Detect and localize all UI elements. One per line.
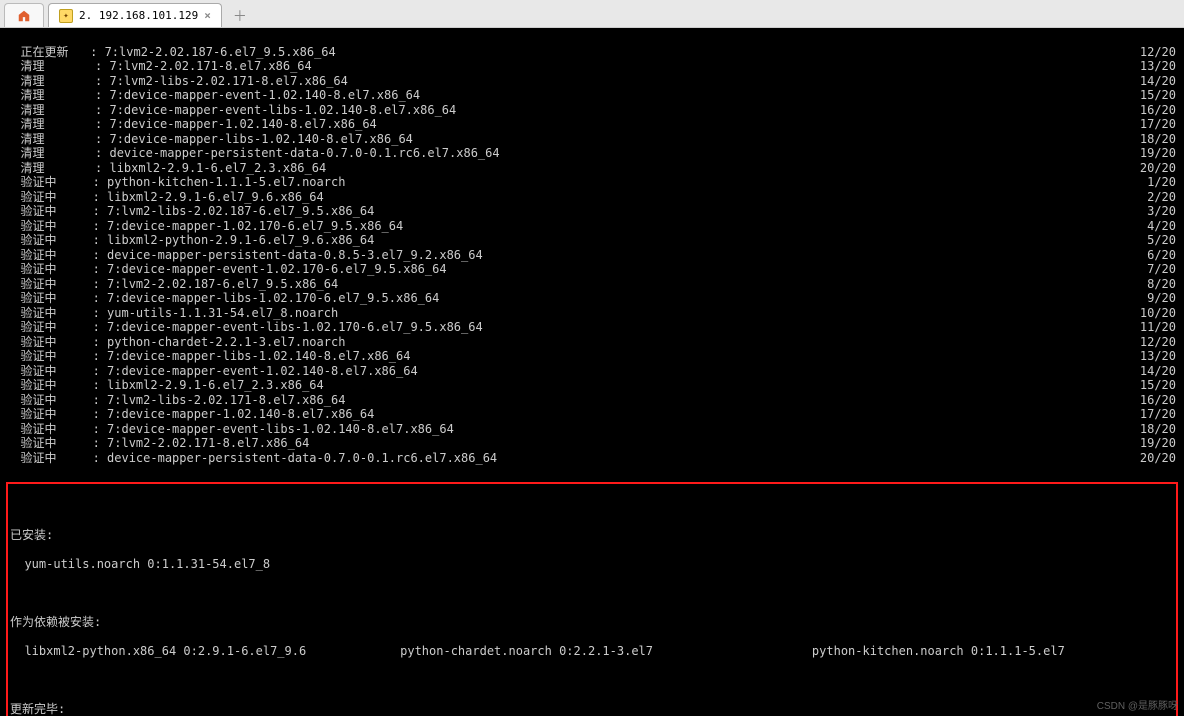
home-icon	[17, 9, 31, 23]
active-tab[interactable]: ✦ 2. 192.168.101.129 ×	[48, 3, 222, 27]
summary-box: 已安装: yum-utils.noarch 0:1.1.31-54.el7_8 …	[6, 482, 1178, 716]
watermark: CSDN @是豚豚呀	[1097, 700, 1178, 715]
progress-line: 验证中 : 7:device-mapper-libs-1.02.170-6.el…	[6, 291, 1178, 306]
progress-line: 验证中 : 7:device-mapper-libs-1.02.140-8.el…	[6, 349, 1178, 364]
blank-line	[10, 499, 1174, 514]
progress-line: 正在更新 : 7:lvm2-2.02.187-6.el7_9.5.x86_641…	[6, 45, 1178, 60]
progress-line: 验证中 : 7:lvm2-libs-2.02.187-6.el7_9.5.x86…	[6, 204, 1178, 219]
progress-line: 验证中 : 7:device-mapper-event-libs-1.02.17…	[6, 320, 1178, 335]
progress-line: 清理 : libxml2-2.9.1-6.el7_2.3.x86_6420/20	[6, 161, 1178, 176]
progress-line: 清理 : device-mapper-persistent-data-0.7.0…	[6, 146, 1178, 161]
terminal-output[interactable]: 正在更新 : 7:lvm2-2.02.187-6.el7_9.5.x86_641…	[0, 28, 1184, 716]
progress-line: 验证中 : 7:device-mapper-event-1.02.170-6.e…	[6, 262, 1178, 277]
progress-line: 验证中 : 7:device-mapper-event-1.02.140-8.e…	[6, 364, 1178, 379]
dep-installed-header: 作为依赖被安装:	[10, 615, 1174, 630]
progress-line: 验证中 : python-chardet-2.2.1-3.el7.noarch1…	[6, 335, 1178, 350]
installed-header: 已安装:	[10, 528, 1174, 543]
progress-line: 验证中 : 7:device-mapper-1.02.140-8.el7.x86…	[6, 407, 1178, 422]
progress-line: 清理 : 7:device-mapper-event-1.02.140-8.el…	[6, 88, 1178, 103]
progress-line: 验证中 : libxml2-2.9.1-6.el7_2.3.x86_6415/2…	[6, 378, 1178, 393]
progress-line: 清理 : 7:lvm2-libs-2.02.171-8.el7.x86_6414…	[6, 74, 1178, 89]
tool-icon: ✦	[59, 9, 73, 23]
progress-line: 验证中 : 7:device-mapper-event-libs-1.02.14…	[6, 422, 1178, 437]
progress-line: 验证中 : 7:lvm2-libs-2.02.171-8.el7.x86_641…	[6, 393, 1178, 408]
progress-line: 清理 : 7:device-mapper-event-libs-1.02.140…	[6, 103, 1178, 118]
progress-line: 清理 : 7:device-mapper-libs-1.02.140-8.el7…	[6, 132, 1178, 147]
progress-line: 验证中 : yum-utils-1.1.31-54.el7_8.noarch10…	[6, 306, 1178, 321]
close-icon[interactable]: ×	[204, 9, 211, 22]
progress-line: 验证中 : device-mapper-persistent-data-0.8.…	[6, 248, 1178, 263]
progress-line: 清理 : 7:device-mapper-1.02.140-8.el7.x86_…	[6, 117, 1178, 132]
progress-line: 验证中 : 7:lvm2-2.02.187-6.el7_9.5.x86_648/…	[6, 277, 1178, 292]
progress-line: 验证中 : 7:device-mapper-1.02.170-6.el7_9.5…	[6, 219, 1178, 234]
progress-line: 验证中 : device-mapper-persistent-data-0.7.…	[6, 451, 1178, 466]
blank-line	[10, 586, 1174, 601]
dep-installed-line: libxml2-python.x86_64 0:2.9.1-6.el7_9.6 …	[10, 644, 1174, 659]
progress-line: 验证中 : libxml2-python-2.9.1-6.el7_9.6.x86…	[6, 233, 1178, 248]
progress-line: 验证中 : 7:lvm2-2.02.171-8.el7.x86_6419/20	[6, 436, 1178, 451]
home-tab[interactable]	[4, 3, 44, 27]
new-tab-button[interactable]: ＋	[226, 5, 254, 27]
progress-line: 验证中 : python-kitchen-1.1.1-5.el7.noarch1…	[6, 175, 1178, 190]
progress-line: 清理 : 7:lvm2-2.02.171-8.el7.x86_6413/20	[6, 59, 1178, 74]
tab-title: 2. 192.168.101.129	[79, 9, 198, 22]
blank-line	[10, 673, 1174, 688]
tab-bar: ✦ 2. 192.168.101.129 × ＋	[0, 0, 1184, 28]
installed-line: yum-utils.noarch 0:1.1.31-54.el7_8	[10, 557, 1174, 572]
progress-line: 验证中 : libxml2-2.9.1-6.el7_9.6.x86_642/20	[6, 190, 1178, 205]
updated-header: 更新完毕:	[10, 702, 1174, 716]
